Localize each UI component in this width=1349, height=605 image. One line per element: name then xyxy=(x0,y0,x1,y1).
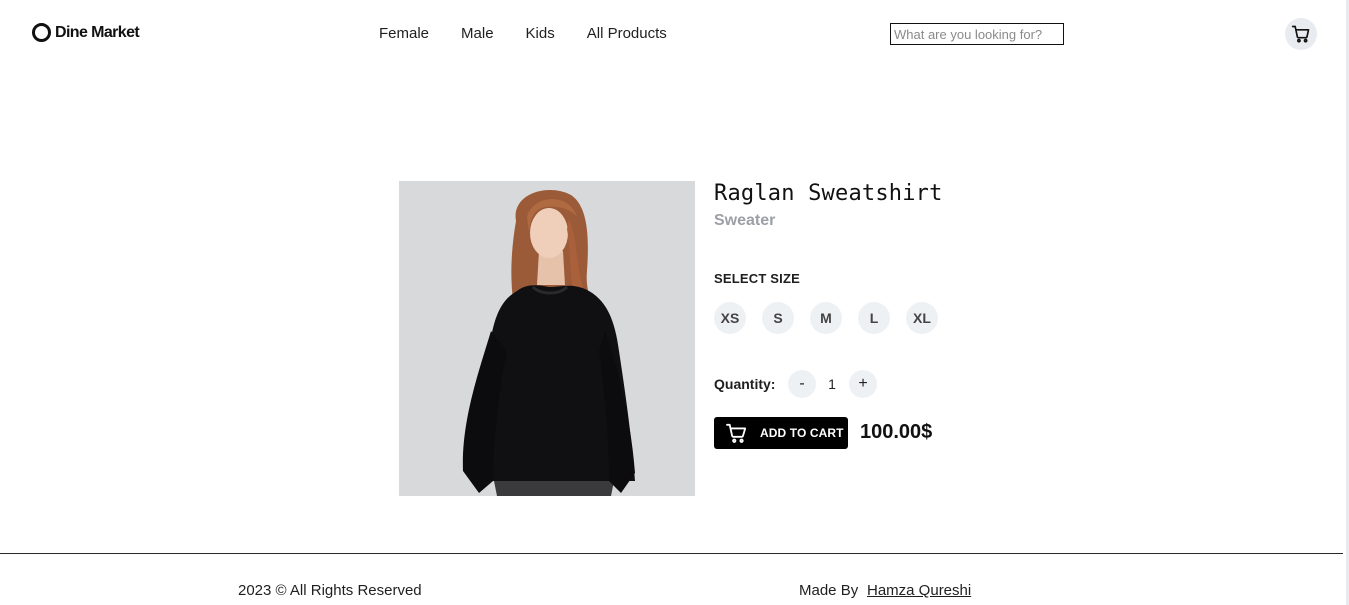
cart-icon xyxy=(726,423,747,443)
cart-icon xyxy=(1291,25,1310,43)
quantity-label: Quantity: xyxy=(714,376,776,392)
quantity-decrement-button[interactable]: - xyxy=(788,370,816,398)
quantity-increment-button[interactable]: + xyxy=(849,370,877,398)
add-to-cart-button[interactable]: ADD TO CART xyxy=(714,417,848,449)
product-price: 100.00$ xyxy=(860,421,933,443)
nav-link-all-products[interactable]: All Products xyxy=(587,25,667,42)
product-subtitle: Sweater xyxy=(714,212,776,229)
product-image xyxy=(399,181,695,496)
author-link[interactable]: Hamza Qureshi xyxy=(867,582,971,599)
nav-link-kids[interactable]: Kids xyxy=(526,25,555,42)
site-header: Dine Market Female Male Kids All Product… xyxy=(0,0,1343,68)
product-photo xyxy=(399,181,695,496)
nav-link-female[interactable]: Female xyxy=(379,25,429,42)
product-title: Raglan Sweatshirt xyxy=(714,181,943,206)
select-size-label: SELECT SIZE xyxy=(714,271,800,286)
add-to-cart-label: ADD TO CART xyxy=(760,426,844,440)
main-nav: Female Male Kids All Products xyxy=(379,25,699,42)
header-cart-button[interactable] xyxy=(1285,18,1317,50)
nav-link-male[interactable]: Male xyxy=(461,25,494,42)
quantity-value: 1 xyxy=(828,376,836,392)
logo-text: Dine Market xyxy=(55,23,140,41)
size-option-xs[interactable]: XS xyxy=(714,302,746,334)
size-option-m[interactable]: M xyxy=(810,302,842,334)
footer-divider xyxy=(0,553,1343,554)
site-logo[interactable]: Dine Market xyxy=(32,23,140,42)
copyright-text: 2023 © All Rights Reserved xyxy=(238,582,422,599)
search-input[interactable] xyxy=(890,23,1064,45)
size-option-xl[interactable]: XL xyxy=(906,302,938,334)
size-options: XS S M L XL xyxy=(714,302,938,334)
size-option-l[interactable]: L xyxy=(858,302,890,334)
made-by-label: Made By xyxy=(799,582,859,599)
size-option-s[interactable]: S xyxy=(762,302,794,334)
logo-ring-icon xyxy=(32,23,51,42)
